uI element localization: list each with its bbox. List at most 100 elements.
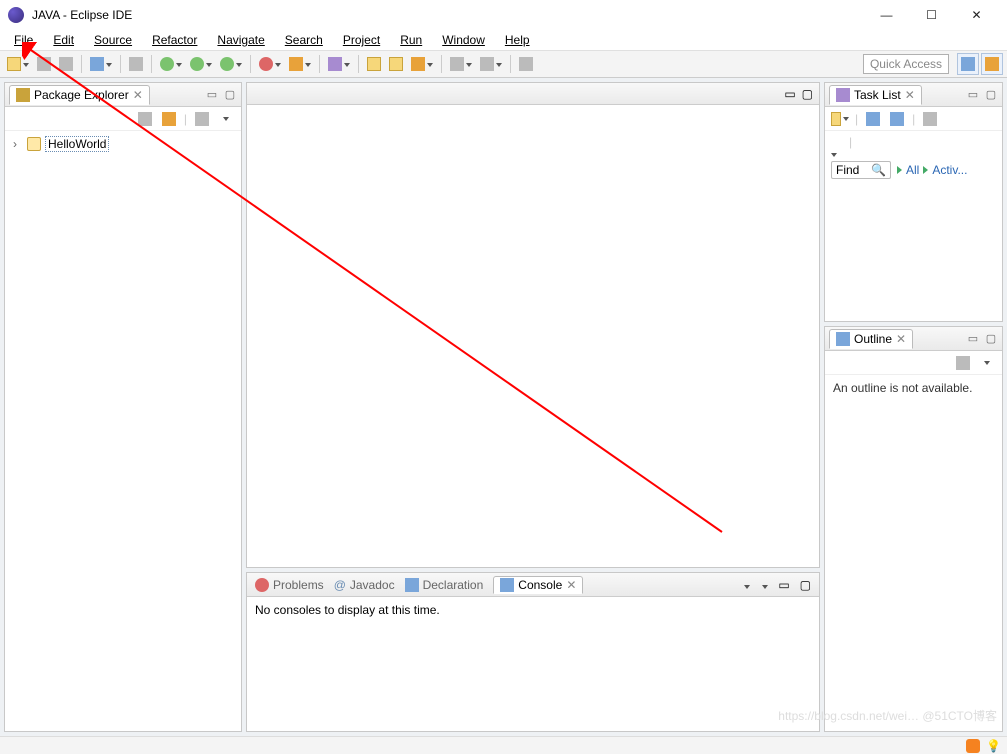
bottom-tabs: Problems @ Javadoc Declaration Console ✕ [247,573,819,597]
arrow-right-icon [897,166,902,174]
outline-maximize-button[interactable]: ▢ [984,332,998,346]
save-button[interactable] [34,54,54,74]
task-activ-link[interactable]: Activ... [932,163,967,177]
menu-search[interactable]: Search [275,31,333,49]
tab-problems[interactable]: Problems [255,578,324,592]
tasklist-maximize-button[interactable]: ▢ [984,88,998,102]
arrow-right-icon [923,166,928,174]
package-explorer-toolbar: | [5,107,241,131]
task-find-input[interactable]: Find 🔍 [831,161,891,179]
outline-body: An outline is not available. [825,375,1002,401]
pin-editor-button[interactable] [516,54,536,74]
outline-focus-button[interactable] [954,354,972,372]
center-column: ▭ ▢ Problems @ Javadoc Declaration [244,78,822,736]
collapse-all-button[interactable] [136,110,154,128]
save-all-button[interactable] [56,54,76,74]
open-console-button[interactable] [760,578,768,592]
display-console-button[interactable] [742,578,750,592]
view-menu-button[interactable] [217,110,235,128]
menu-edit[interactable]: Edit [43,31,84,49]
open-perspective-button[interactable] [957,53,979,75]
package-explorer-tree[interactable]: › HelloWorld [5,131,241,731]
task-list-icon [836,88,850,102]
schedule-button[interactable] [888,110,906,128]
outline-tabs: Outline ✕ ▭ ▢ [825,327,1002,351]
outline-empty-text: An outline is not available. [833,381,972,395]
main-toolbar: Quick Access [0,50,1007,78]
menu-refactor[interactable]: Refactor [142,31,207,49]
toolbar-sep [151,55,152,73]
minimize-button[interactable]: — [864,0,909,30]
open-file-button[interactable] [364,54,384,74]
toolbar-sep [250,55,251,73]
new-package-button[interactable] [256,54,276,74]
outline-minimize-button[interactable]: ▭ [966,332,980,346]
task-list-tab-label: Task List [854,88,901,102]
tip-icon[interactable]: 💡 [986,739,1001,753]
package-explorer-tabs: Package Explorer ✕ ▭ ▢ [5,83,241,107]
tab-close-icon[interactable]: ✕ [133,88,143,102]
toolbar-sep [319,55,320,73]
console-maximize-button[interactable]: ▢ [800,578,811,592]
categorize-button[interactable] [864,110,882,128]
task-list-body: | Find 🔍 All Activ... [825,131,1002,187]
menu-window[interactable]: Window [432,31,495,49]
tasklist-minimize-button[interactable]: ▭ [966,88,980,102]
open-type-button[interactable] [87,54,107,74]
new-button[interactable] [4,54,24,74]
chevron-down-icon[interactable] [831,153,837,157]
nav-back-button[interactable] [447,54,467,74]
console-body: No consoles to display at this time. [247,597,819,623]
focus-workweek-button[interactable] [921,110,939,128]
console-minimize-button[interactable]: ▭ [778,578,789,592]
open-project-button[interactable] [386,54,406,74]
menu-run[interactable]: Run [390,31,432,49]
menu-help[interactable]: Help [495,31,540,49]
expand-icon[interactable]: › [13,137,23,151]
tab-javadoc[interactable]: @ Javadoc [334,578,395,592]
run-button[interactable] [187,54,207,74]
menu-navigate[interactable]: Navigate [207,31,274,49]
coverage-button[interactable] [217,54,237,74]
menu-project[interactable]: Project [333,31,390,49]
open-task-button[interactable] [325,54,345,74]
feed-icon[interactable] [966,739,980,753]
outline-tab[interactable]: Outline ✕ [829,329,913,349]
tree-project-row[interactable]: › HelloWorld [11,135,235,153]
menu-source[interactable]: Source [84,31,142,49]
minimize-view-button[interactable]: ▭ [205,88,219,102]
debug-button[interactable] [157,54,177,74]
editor-minimize-button[interactable]: ▭ [784,87,795,101]
focus-task-button[interactable] [193,110,211,128]
window-controls: — ☐ ✕ [864,0,999,30]
task-list-tabs: Task List ✕ ▭ ▢ [825,83,1002,107]
java-perspective-button[interactable] [981,53,1003,75]
editor-area[interactable]: ▭ ▢ [246,82,820,568]
task-all-link[interactable]: All [906,163,919,177]
quick-access-input[interactable]: Quick Access [863,54,949,74]
tab-close-icon[interactable]: ✕ [896,332,906,346]
task-list-tab[interactable]: Task List ✕ [829,85,922,105]
task-find-label: Find [836,163,859,177]
tab-close-icon[interactable]: ✕ [566,578,576,592]
editor-maximize-button[interactable]: ▢ [802,87,813,101]
menu-file[interactable]: File [4,31,43,49]
tab-close-icon[interactable]: ✕ [905,88,915,102]
maximize-button[interactable]: ☐ [909,0,954,30]
tab-declaration[interactable]: Declaration [405,578,484,592]
search-button[interactable] [408,54,428,74]
tab-console[interactable]: Console ✕ [493,576,583,594]
outline-icon [836,332,850,346]
maximize-view-button[interactable]: ▢ [223,88,237,102]
package-explorer-tab[interactable]: Package Explorer ✕ [9,85,150,105]
skip-breakpoints-button[interactable] [126,54,146,74]
task-list-view: Task List ✕ ▭ ▢ | | | [824,82,1003,322]
new-class-button[interactable] [286,54,306,74]
close-button[interactable]: ✕ [954,0,999,30]
link-editor-button[interactable] [160,110,178,128]
nav-fwd-button[interactable] [477,54,497,74]
new-task-button[interactable] [831,110,849,128]
console-icon [500,578,514,592]
tab-javadoc-label: Javadoc [350,578,395,592]
outline-menu-button[interactable] [978,354,996,372]
